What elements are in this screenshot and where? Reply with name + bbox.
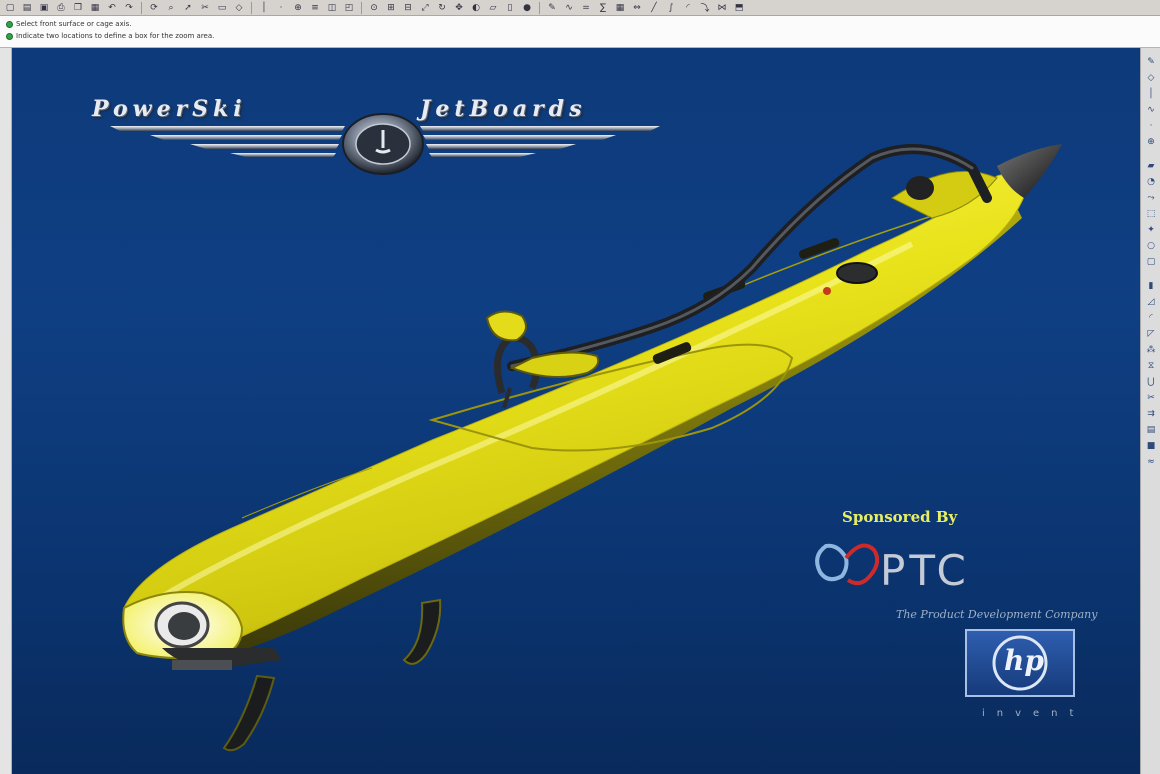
wireframe-icon[interactable]: ▱ <box>485 2 501 14</box>
save-icon[interactable]: ▣ <box>36 2 52 14</box>
style-tool-icon[interactable]: ✦ <box>1144 224 1158 236</box>
sketch-line-icon[interactable]: ╱ <box>646 2 662 14</box>
message-text: Select front surface or cage axis. <box>16 20 132 28</box>
cut-icon[interactable]: ✂ <box>197 2 213 14</box>
measure-icon[interactable]: ⇔ <box>629 2 645 14</box>
revolve-tool-icon[interactable]: ◔ <box>1144 176 1158 188</box>
ptc-tagline: The Product Development Company <box>896 608 1098 621</box>
warp-tool-icon[interactable]: ≈ <box>1144 456 1158 468</box>
repaint-icon[interactable]: ↻ <box>434 2 450 14</box>
shading-icon[interactable]: ● <box>519 2 535 14</box>
boundary-blend-icon[interactable]: ⬚ <box>1144 208 1158 220</box>
blend-icon[interactable]: ⋈ <box>714 2 730 14</box>
layer-icon[interactable]: ≡ <box>307 2 323 14</box>
prompt-icon <box>6 33 13 40</box>
open-folder-icon[interactable]: ▤ <box>19 2 35 14</box>
rib-tool-icon[interactable]: ▮ <box>1144 280 1158 292</box>
csys-tool-icon[interactable]: ⊕ <box>1144 136 1158 148</box>
copy-icon[interactable]: ❐ <box>70 2 86 14</box>
family-table-icon[interactable]: ▦ <box>612 2 628 14</box>
sketch-icon[interactable]: ✎ <box>544 2 560 14</box>
left-gutter <box>0 48 12 774</box>
hole-tool-icon[interactable]: ○ <box>1144 240 1158 252</box>
round-tool-icon[interactable]: ◜ <box>1144 312 1158 324</box>
ptc-wordmark: PTC <box>880 546 970 595</box>
message-line-1: Select front surface or cage axis. <box>6 19 132 30</box>
saved-views-icon[interactable]: ◰ <box>341 2 357 14</box>
undo-icon[interactable]: ↶ <box>104 2 120 14</box>
toolbar-separator <box>251 1 252 14</box>
toolbar-separator <box>141 1 142 14</box>
trim-tool-icon[interactable]: ✂ <box>1144 392 1158 404</box>
datum-plane-tool-icon[interactable]: ◇ <box>1144 72 1158 84</box>
toolbar-separator <box>539 1 540 14</box>
message-line-2: Indicate two locations to define a box f… <box>6 31 214 42</box>
shell-tool-icon[interactable]: ▢ <box>1144 256 1158 268</box>
coordinate-system-icon[interactable]: ⊕ <box>290 2 306 14</box>
datum-point-icon[interactable]: · <box>273 2 289 14</box>
analysis-icon[interactable]: ∿ <box>561 2 577 14</box>
main-toolbar: ▢ ▤ ▣ ⎙ ❐ ▦ ↶ ↷ ⟳ ⌕ ➚ ✂ ▭ ◇ │ · ⊕ ≡ ◫ ◰ ⊙ ⊞ ⊟ ⤢ ↻ ✥ ◐ ▱ ▯ ● ✎ ∿ = ∑ ▦ ⇔ ╱ ∫ ◜ ⤵… <box>0 0 1160 16</box>
pattern-tool-icon[interactable]: ⁂ <box>1144 344 1158 356</box>
redo-icon[interactable]: ↷ <box>121 2 137 14</box>
axis-tool-icon[interactable]: │ <box>1144 88 1158 100</box>
throttle-grip-icon <box>485 310 527 342</box>
hidden-line-icon[interactable]: ▯ <box>502 2 518 14</box>
point-tool-icon[interactable]: · <box>1144 120 1158 132</box>
dashboard-gauge-icon <box>836 262 878 284</box>
toolbar-separator <box>361 1 362 14</box>
prompt-icon <box>6 21 13 28</box>
message-area: Select front surface or cage axis. Indic… <box>0 16 1160 48</box>
display-style-icon[interactable]: ◐ <box>468 2 484 14</box>
orient-icon[interactable]: ⊙ <box>366 2 382 14</box>
zoom-in-icon[interactable]: ⊞ <box>383 2 399 14</box>
hp-wordmark: hp <box>1004 644 1044 677</box>
mirror-tool-icon[interactable]: ⧖ <box>1144 360 1158 372</box>
regenerate-icon[interactable]: ⟳ <box>146 2 162 14</box>
merge-tool-icon[interactable]: ⋃ <box>1144 376 1158 388</box>
parameters-icon[interactable]: ∑ <box>595 2 611 14</box>
zoom-out-icon[interactable]: ⊟ <box>400 2 416 14</box>
find-icon[interactable]: ⌕ <box>163 2 179 14</box>
offset-tool-icon[interactable]: ⇉ <box>1144 408 1158 420</box>
select-icon[interactable]: ➚ <box>180 2 196 14</box>
chamfer-tool-icon[interactable]: ◸ <box>1144 328 1158 340</box>
new-file-icon[interactable]: ▢ <box>2 2 18 14</box>
draft-tool-icon[interactable]: ◿ <box>1144 296 1158 308</box>
window-icon[interactable]: ▭ <box>214 2 230 14</box>
sketch-tool-icon[interactable]: ✎ <box>1144 56 1158 68</box>
graphics-viewport[interactable]: PowerSki JetBoards Sponsored By PTC The … <box>12 48 1140 774</box>
print-icon[interactable]: ⎙ <box>53 2 69 14</box>
red-button-icon <box>823 287 831 295</box>
curve-tool-icon[interactable]: ∿ <box>1144 104 1158 116</box>
sponsor-label: Sponsored By <box>842 508 958 526</box>
variable-section-sweep-icon[interactable]: ⤳ <box>1144 192 1158 204</box>
right-feature-toolbar: ✎ ◇ │ ∿ · ⊕ ▰ ◔ ⤳ ⬚ ✦ ○ ▢ ▮ ◿ ◜ ◸ ⁂ ⧖ ⋃ ✂ ⇉ ▤ ■ ≈ <box>1140 48 1160 774</box>
thicken-tool-icon[interactable]: ▤ <box>1144 424 1158 436</box>
curve-icon[interactable]: ∫ <box>663 2 679 14</box>
datum-plane-icon[interactable]: ◇ <box>231 2 247 14</box>
message-text: Indicate two locations to define a box f… <box>16 32 215 40</box>
sweep-icon[interactable]: ⤵ <box>697 2 713 14</box>
mid-fin <box>402 598 442 665</box>
solidify-tool-icon[interactable]: ■ <box>1144 440 1158 452</box>
spin-center-icon[interactable]: ✥ <box>451 2 467 14</box>
refit-icon[interactable]: ⤢ <box>417 2 433 14</box>
hp-tagline: invent <box>982 708 1086 719</box>
extrude-icon[interactable]: ⬒ <box>731 2 747 14</box>
round-icon[interactable]: ◜ <box>680 2 696 14</box>
datum-axis-icon[interactable]: │ <box>256 2 272 14</box>
relations-icon[interactable]: = <box>578 2 594 14</box>
paste-icon[interactable]: ▦ <box>87 2 103 14</box>
rear-fin <box>222 674 276 752</box>
view-manager-icon[interactable]: ◫ <box>324 2 340 14</box>
extrude-tool-icon[interactable]: ▰ <box>1144 160 1158 172</box>
